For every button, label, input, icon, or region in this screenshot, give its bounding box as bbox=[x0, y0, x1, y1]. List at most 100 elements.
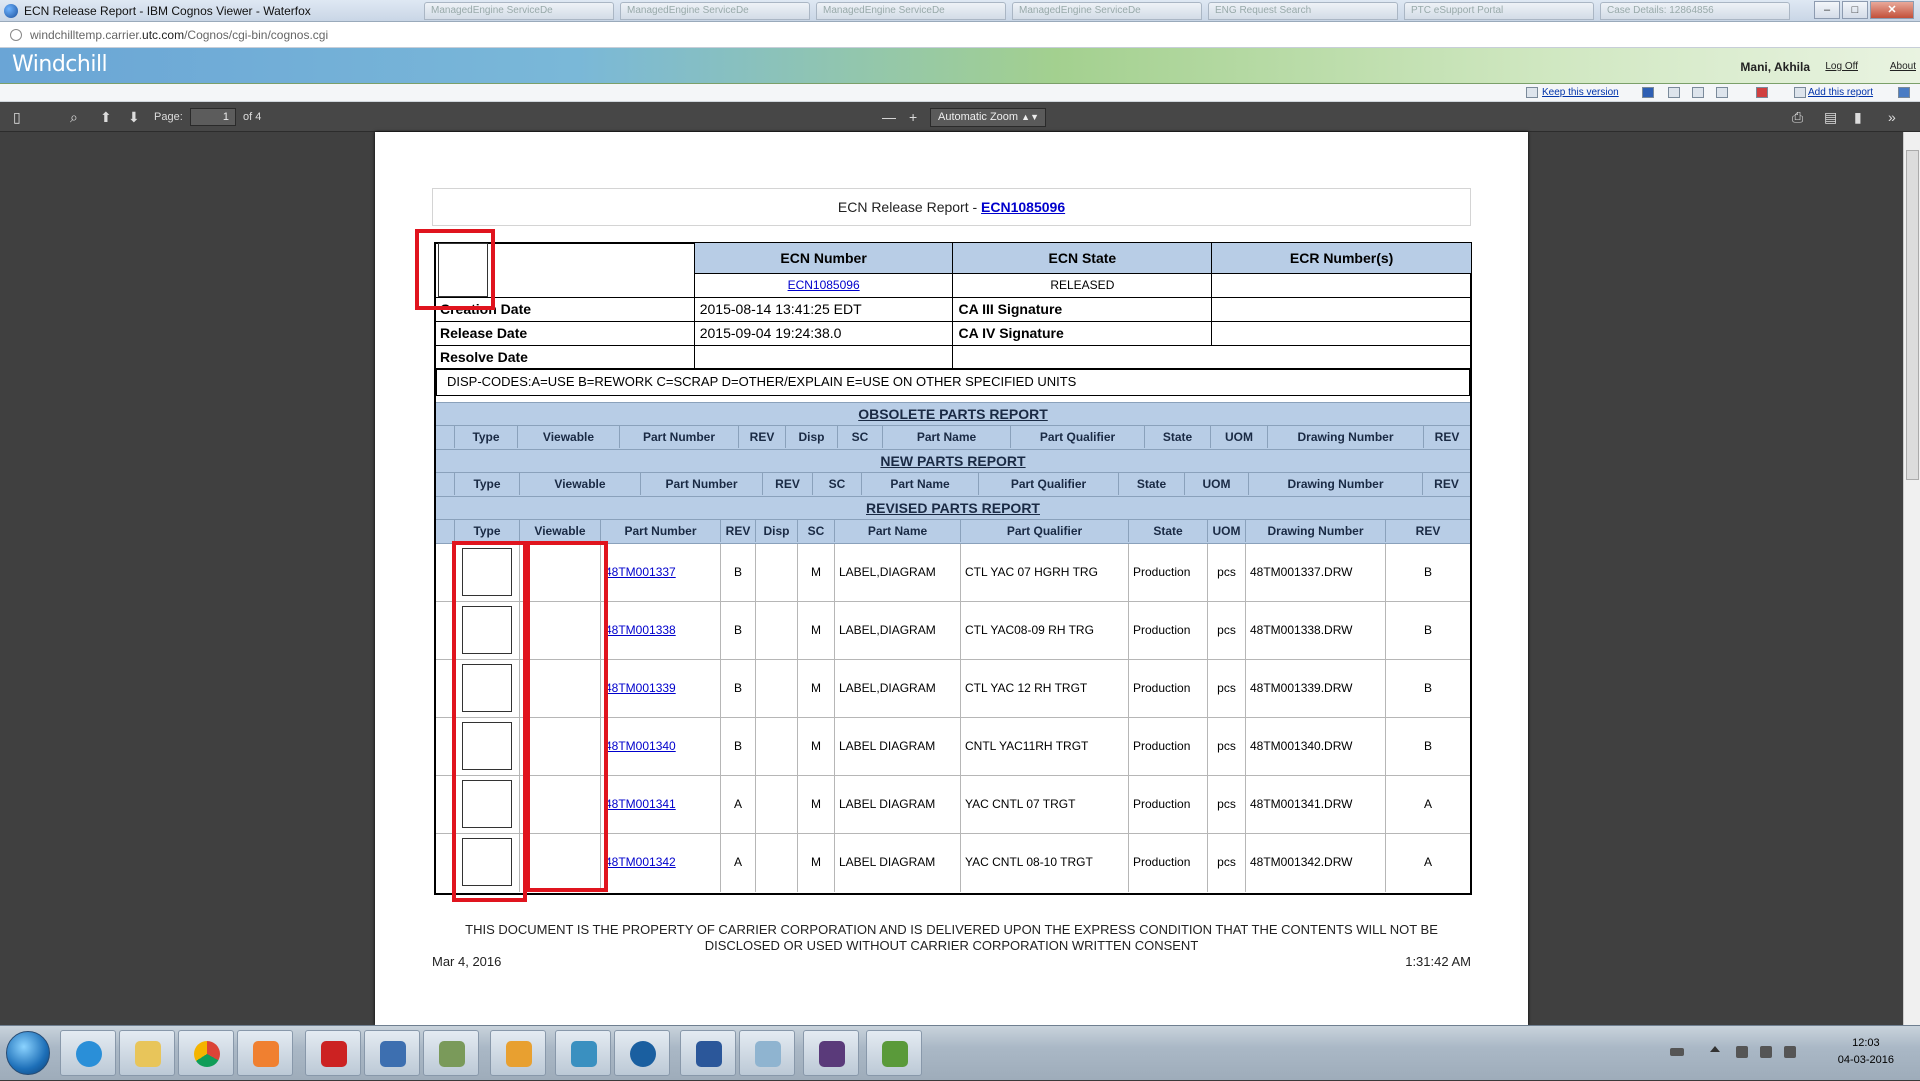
ecn-state-value: RELEASED bbox=[952, 273, 1213, 298]
disp-cell bbox=[756, 660, 798, 717]
about-link[interactable]: About bbox=[1890, 61, 1916, 72]
drawing-number-cell: 48TM001338.DRW bbox=[1246, 602, 1386, 659]
volume-icon[interactable] bbox=[1784, 1046, 1796, 1058]
disp-cell bbox=[756, 718, 798, 775]
next-page-icon[interactable]: ⬇ bbox=[128, 109, 140, 125]
chevron-down-icon: ▲▼ bbox=[1021, 112, 1039, 122]
outlook-icon[interactable] bbox=[490, 1030, 546, 1076]
site-info-icon[interactable] bbox=[10, 28, 22, 41]
flag-icon[interactable] bbox=[1736, 1046, 1748, 1058]
network-tool-icon[interactable] bbox=[364, 1030, 420, 1076]
show-hidden-icons-icon[interactable] bbox=[1710, 1046, 1720, 1052]
file-explorer-icon[interactable] bbox=[119, 1030, 175, 1076]
zoom-in-button[interactable]: + bbox=[909, 109, 917, 125]
part-number-link[interactable]: 48TM001342 bbox=[605, 855, 676, 869]
part-qualifier-cell: YAC CNTL 08-10 TRGT bbox=[961, 834, 1129, 892]
report-date: Mar 4, 2016 bbox=[432, 954, 502, 969]
ecr-number-value bbox=[1211, 273, 1472, 298]
column-header: SC bbox=[813, 473, 862, 495]
download-icon[interactable]: ▤ bbox=[1824, 109, 1837, 125]
start-button[interactable] bbox=[6, 1031, 50, 1075]
part-name-cell: LABEL,DIAGRAM bbox=[835, 544, 961, 601]
sidebar-toggle-icon[interactable]: ▯ bbox=[13, 109, 21, 125]
browser-tab[interactable]: ManagedEngine ServiceDe bbox=[1012, 1, 1202, 20]
add-report-menu[interactable]: Add this report bbox=[1808, 87, 1873, 98]
waterfox-icon[interactable] bbox=[614, 1030, 670, 1076]
state-cell: Production bbox=[1129, 544, 1208, 601]
part-qualifier-cell: YAC CNTL 07 TRGT bbox=[961, 776, 1129, 833]
resolve-date-label: Resolve Date bbox=[434, 344, 695, 370]
sc-cell: M bbox=[798, 602, 835, 659]
zoom-value: Automatic Zoom bbox=[938, 111, 1019, 123]
clock[interactable]: 12:03 04-03-2016 bbox=[1838, 1035, 1894, 1069]
browser-tab[interactable]: ManagedEngine ServiceDe bbox=[620, 1, 810, 20]
database-tool-icon[interactable] bbox=[423, 1030, 479, 1076]
part-number-link[interactable]: 48TM001340 bbox=[605, 739, 676, 753]
word-icon[interactable] bbox=[680, 1030, 736, 1076]
part-number-link[interactable]: 48TM001338 bbox=[605, 623, 676, 637]
page-number-input[interactable]: 1 bbox=[190, 108, 236, 126]
email-icon[interactable] bbox=[1756, 87, 1768, 98]
ecn-title-link[interactable]: ECN1085096 bbox=[981, 199, 1065, 215]
part-name-cell: LABEL,DIAGRAM bbox=[835, 660, 961, 717]
url-text[interactable]: windchilltemp.carrier.utc.com/Cognos/cgi… bbox=[30, 28, 328, 42]
tools-menu-icon[interactable]: » bbox=[1888, 109, 1896, 125]
new-parts-section: NEW PARTS REPORT Type Viewable Part Numb… bbox=[436, 449, 1470, 496]
keep-version-icon[interactable] bbox=[1526, 87, 1538, 98]
sc-cell: M bbox=[798, 718, 835, 775]
address-bar[interactable]: windchilltemp.carrier.utc.com/Cognos/cgi… bbox=[0, 22, 1920, 48]
close-button[interactable]: ✕ bbox=[1870, 1, 1914, 19]
maximize-button[interactable]: □ bbox=[1842, 1, 1868, 19]
network-icon[interactable] bbox=[1760, 1046, 1772, 1058]
java-ee-ide-icon[interactable] bbox=[803, 1030, 859, 1076]
zoom-out-button[interactable]: — bbox=[882, 109, 896, 125]
internet-explorer-icon[interactable] bbox=[60, 1030, 116, 1076]
column-header: UOM bbox=[1208, 520, 1246, 542]
windchill-header: Windchill Mani, Akhila Log Off About bbox=[0, 48, 1920, 84]
browser-tab[interactable]: ENG Request Search bbox=[1208, 1, 1398, 20]
ecn-number-link[interactable]: ECN1085096 bbox=[788, 278, 860, 292]
column-header: REV bbox=[1415, 524, 1441, 538]
browser-tab[interactable]: Case Details: 12864856 bbox=[1600, 1, 1790, 20]
view-format-icon[interactable] bbox=[1716, 87, 1728, 98]
state-cell: Production bbox=[1129, 834, 1208, 892]
vertical-scrollbar[interactable] bbox=[1903, 132, 1920, 1025]
media-player-icon[interactable] bbox=[237, 1030, 293, 1076]
filezilla-icon[interactable] bbox=[305, 1030, 361, 1076]
drill-icon[interactable] bbox=[1668, 87, 1680, 98]
print-icon[interactable]: ⎙ bbox=[1792, 109, 1803, 125]
keep-version-menu[interactable]: Keep this version bbox=[1542, 87, 1619, 98]
minimize-button[interactable]: – bbox=[1814, 1, 1840, 19]
chrome-icon[interactable] bbox=[178, 1030, 234, 1076]
scrollbar-thumb[interactable] bbox=[1906, 150, 1919, 480]
part-number-link[interactable]: 48TM001337 bbox=[605, 565, 676, 579]
ecn-number-header: ECN Number bbox=[693, 241, 954, 275]
column-header: Part Qualifier bbox=[979, 473, 1119, 495]
part-name-cell: LABEL,DIAGRAM bbox=[835, 602, 961, 659]
part-number-link[interactable]: 48TM001341 bbox=[605, 797, 676, 811]
browser-tab[interactable]: PTC eSupport Portal bbox=[1404, 1, 1594, 20]
run-icon[interactable] bbox=[1642, 87, 1654, 98]
help-icon[interactable] bbox=[1898, 87, 1910, 98]
search-icon[interactable]: ⌕ bbox=[70, 109, 78, 125]
bookmark-icon[interactable]: ▮ bbox=[1854, 109, 1862, 125]
window-title: ECN Release Report - IBM Cognos Viewer -… bbox=[24, 3, 311, 18]
part-number-link[interactable]: 48TM001339 bbox=[605, 681, 676, 695]
browser-tab[interactable]: ManagedEngine ServiceDe bbox=[816, 1, 1006, 20]
log-off-link[interactable]: Log Off bbox=[1825, 61, 1858, 72]
release-date-value: 2015-09-04 19:24:38.0 bbox=[693, 320, 954, 346]
keyboard-icon[interactable] bbox=[1670, 1048, 1684, 1056]
zoom-select[interactable]: Automatic Zoom ▲▼ bbox=[930, 108, 1046, 127]
previous-page-icon[interactable]: ⬆ bbox=[100, 109, 112, 125]
sc-cell: M bbox=[798, 776, 835, 833]
user-name: Mani, Akhila bbox=[1740, 60, 1810, 74]
browser-tab[interactable]: ManagedEngine ServiceDe bbox=[424, 1, 614, 20]
remote-desktop-icon[interactable] bbox=[555, 1030, 611, 1076]
project-tool-icon[interactable] bbox=[866, 1030, 922, 1076]
column-header: Viewable bbox=[520, 473, 641, 495]
column-header: State bbox=[1129, 520, 1208, 542]
drawing-rev-cell: B bbox=[1423, 565, 1432, 579]
add-report-icon[interactable] bbox=[1794, 87, 1806, 98]
notepad-icon[interactable] bbox=[739, 1030, 795, 1076]
related-links-icon[interactable] bbox=[1692, 87, 1704, 98]
